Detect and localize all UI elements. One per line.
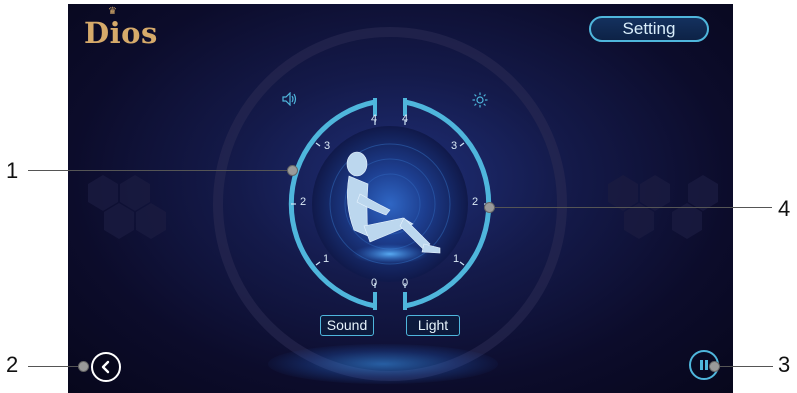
callout-label-1: 1	[6, 158, 19, 183]
sound-tick-3: 3	[324, 140, 331, 152]
callout-dot-3	[709, 361, 720, 372]
sound-tick-2: 2	[300, 196, 307, 208]
callout-line-2	[28, 366, 80, 367]
callout-line-3	[713, 366, 773, 367]
callout-dot-1	[287, 165, 298, 176]
light-tick-2: 2	[472, 196, 479, 208]
callout-line-1	[28, 170, 291, 171]
light-tick-0: 0	[402, 277, 409, 289]
callout-line-4	[492, 207, 772, 208]
callout-label-4: 4	[778, 196, 791, 221]
callout-dot-4	[484, 202, 495, 213]
chevron-left-icon	[101, 360, 110, 374]
light-tick-1: 1	[453, 253, 460, 265]
seat-glow	[352, 244, 428, 264]
callout-dot-2	[78, 361, 89, 372]
intensity-dial	[213, 27, 567, 381]
callout-label-2: 2	[6, 352, 19, 377]
sound-tick-1: 1	[323, 253, 330, 265]
sun-icon	[472, 92, 488, 108]
sound-tick-4: 4	[371, 113, 378, 125]
speaker-icon	[282, 92, 297, 106]
callout-label-3: 3	[778, 352, 791, 377]
light-tick-4: 4	[402, 113, 409, 125]
back-button[interactable]	[91, 352, 121, 382]
floor-glow	[268, 344, 498, 384]
device-screen: ♛ Dios Setting 4 3 2 1 0 4 3 2 1 0 Sound…	[68, 4, 733, 393]
sound-button[interactable]: Sound	[320, 315, 374, 336]
sound-tick-0: 0	[371, 277, 378, 289]
light-tick-3: 3	[451, 140, 458, 152]
light-button[interactable]: Light	[406, 315, 460, 336]
